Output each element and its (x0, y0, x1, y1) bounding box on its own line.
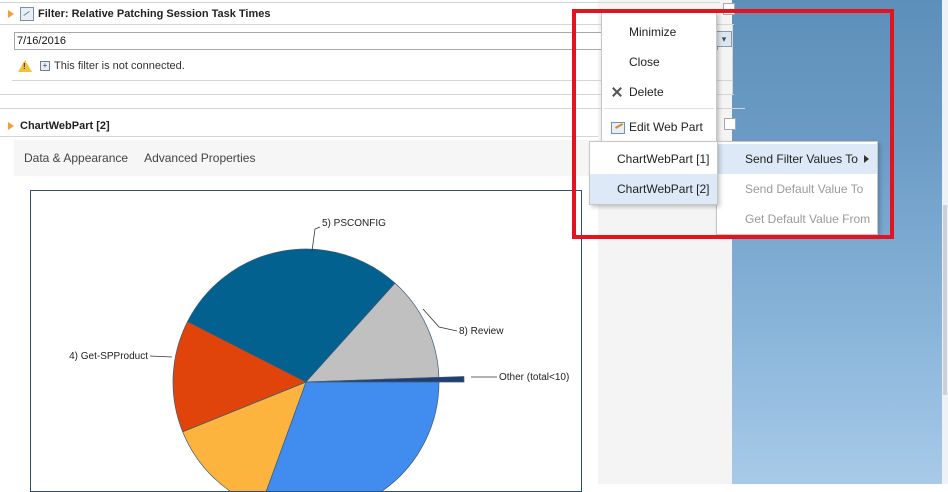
menu-item-label: Get Default Value From (745, 212, 871, 226)
menu-item-get-default-value[interactable]: Get Default Value From (717, 204, 877, 234)
menu-item-label: Send Filter Values To (745, 152, 858, 166)
menu-item-close[interactable]: Close (602, 48, 716, 76)
page-background (732, 0, 948, 484)
connection-targets-menu: ChartWebPart [1] ChartWebPart [2] (589, 141, 718, 205)
delete-x-icon (611, 86, 623, 98)
filter-webpart-title: Filter: Relative Patching Session Task T… (38, 8, 271, 20)
divider (0, 136, 598, 137)
menu-item-edit-web-part[interactable]: Edit Web Part (602, 113, 716, 141)
webpart-menu-toggle[interactable] (723, 3, 735, 15)
menu-item-label: ChartWebPart [2] (617, 182, 710, 196)
leader-line (311, 226, 321, 252)
pie-slice-label: 8) Review (459, 326, 504, 337)
pie-slice-label: Other (total<10) (499, 372, 569, 383)
menu-item-label: ChartWebPart [1] (617, 152, 710, 166)
warning-icon: ! (18, 60, 32, 72)
scrollbar-thumb[interactable] (943, 205, 947, 395)
webpart-expand-icon[interactable] (8, 10, 14, 18)
filter-warning: ! + This filter is not connected. (18, 60, 185, 72)
menu-item-label: Delete (629, 85, 664, 99)
pie-chart: 5) PSCONFIG 8) Review Other (total<10) 4) G… (30, 190, 582, 492)
pie-slice-label: 4) Get-SPProduct (69, 351, 148, 362)
menu-item-chartwebpart-2[interactable]: ChartWebPart [2] (590, 174, 717, 204)
chart-webpart-title: ChartWebPart [2] (20, 120, 110, 132)
tab-advanced-properties[interactable]: Advanced Properties (144, 151, 255, 165)
tab-data-appearance[interactable]: Data & Appearance (24, 151, 128, 165)
menu-item-minimize[interactable]: Minimize (602, 18, 716, 46)
edit-web-part-icon (611, 122, 625, 134)
connections-submenu: Send Filter Values To Send Default Value… (716, 141, 878, 235)
webpart-menu: Minimize Close Delete Edit Web Part (601, 12, 717, 144)
menu-item-label: Minimize (629, 25, 677, 39)
divider (732, 24, 733, 94)
chart-toolbar: Data & Appearance Advanced Properties (14, 140, 598, 176)
menu-item-send-filter-values[interactable]: Send Filter Values To (717, 144, 877, 174)
leader-line (422, 308, 458, 332)
menu-item-chartwebpart-1[interactable]: ChartWebPart [1] (590, 144, 717, 174)
warning-text: This filter is not connected. (54, 60, 185, 72)
leader-line (149, 355, 173, 358)
expand-plus-icon[interactable]: + (40, 61, 50, 71)
pie-chart-svg: 5) PSCONFIG 8) Review Other (total<10) 4) G… (69, 218, 569, 491)
pie-slice-label: 5) PSCONFIG (322, 218, 386, 229)
filter-webpart-header[interactable]: Filter: Relative Patching Session Task T… (0, 3, 271, 25)
menu-item-send-default-value[interactable]: Send Default Value To (717, 174, 877, 204)
chart-webpart-header[interactable]: ChartWebPart [2] (0, 115, 110, 137)
menu-item-delete[interactable]: Delete (602, 78, 716, 106)
webpart-menu-toggle[interactable] (724, 118, 736, 130)
webpart-expand-icon[interactable] (8, 122, 14, 130)
calendar-icon[interactable]: ▾ (716, 31, 732, 47)
menu-item-label: Close (629, 55, 660, 69)
menu-item-label: Send Default Value To (745, 182, 864, 196)
submenu-arrow-icon (864, 155, 869, 163)
menu-separator (604, 108, 714, 109)
filter-icon (20, 7, 34, 21)
menu-item-label: Edit Web Part (629, 120, 703, 134)
